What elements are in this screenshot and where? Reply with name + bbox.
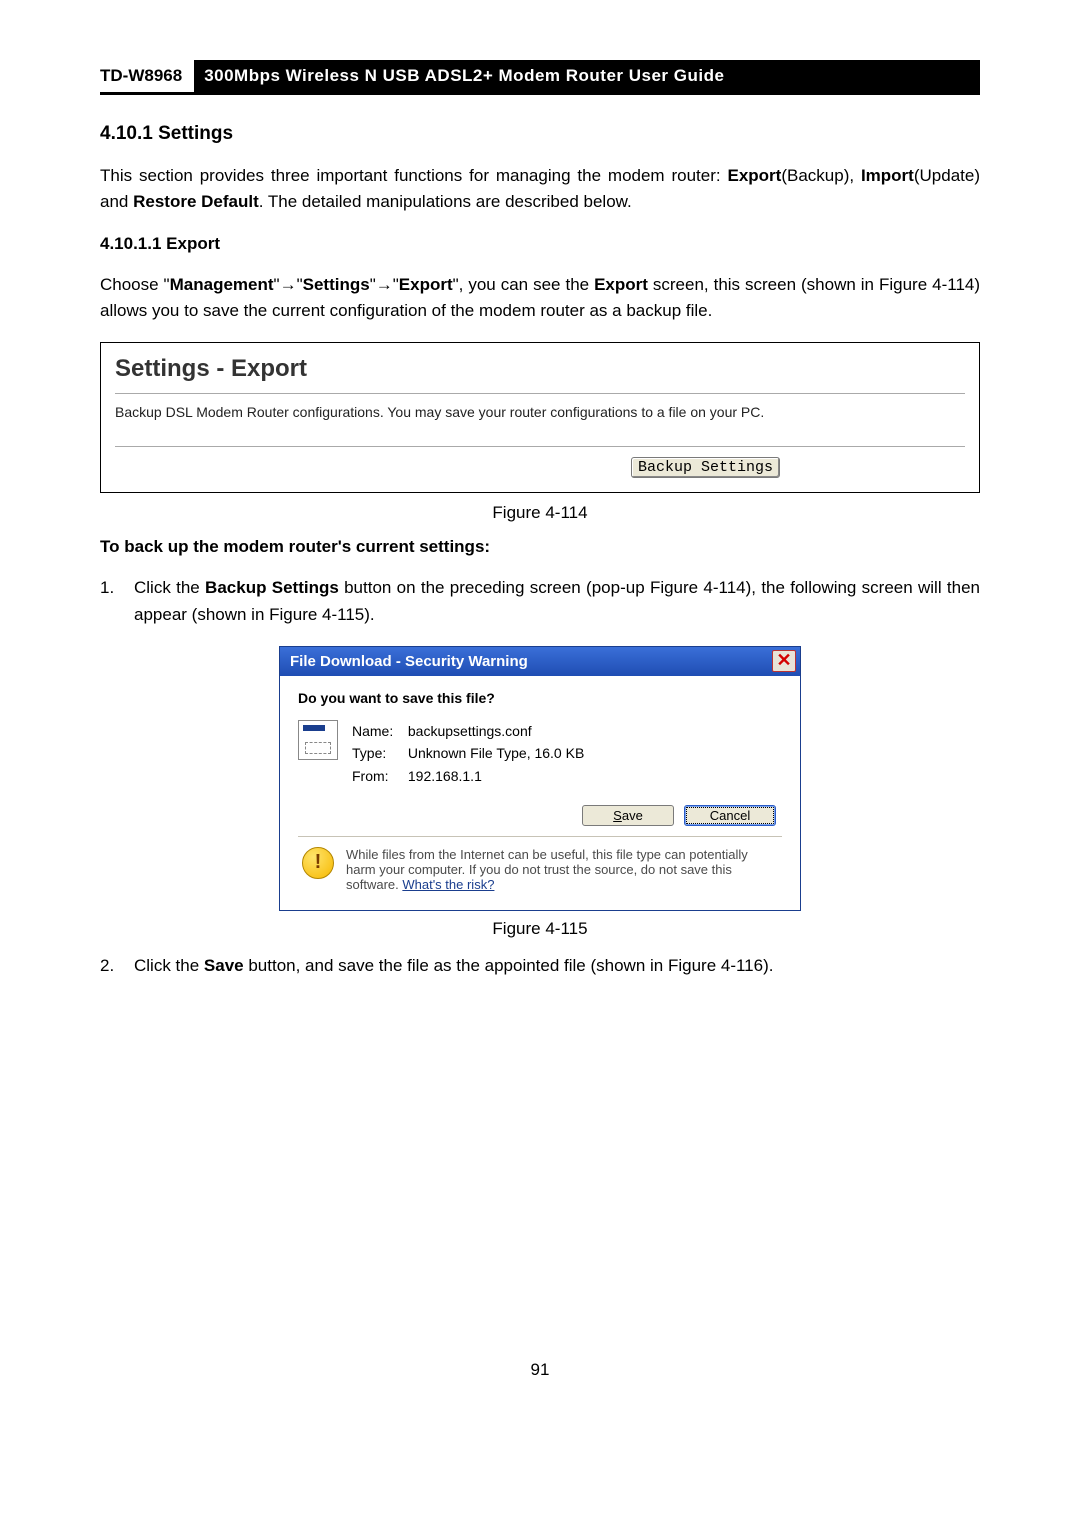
text: Click the <box>134 578 205 597</box>
text: This section provides three important fu… <box>100 166 727 185</box>
save-button[interactable]: Save <box>582 805 674 826</box>
cancel-button[interactable]: Cancel <box>684 805 776 826</box>
step-1: 1. Click the Backup Settings button on t… <box>100 575 980 628</box>
figure-caption: Figure 4-114 <box>100 503 980 523</box>
dialog-question: Do you want to save this file? <box>298 690 782 706</box>
from-label: From: <box>352 765 404 787</box>
arrow-icon: → <box>280 275 297 294</box>
text: ", you can see the <box>453 275 594 294</box>
intro-paragraph: This section provides three important fu… <box>100 163 980 216</box>
page-number: 91 <box>100 1360 980 1380</box>
panel-title: Settings - Export <box>101 343 979 393</box>
steps-heading: To back up the modem router's current se… <box>100 537 980 557</box>
step-2: 2. Click the Save button, and save the f… <box>100 953 980 979</box>
list-number: 2. <box>100 953 134 979</box>
breadcrumb-management: Management <box>170 275 274 294</box>
divider <box>298 836 782 837</box>
divider <box>115 393 965 394</box>
type-label: Type: <box>352 742 404 764</box>
doc-header: TD-W8968 300Mbps Wireless N USB ADSL2+ M… <box>100 60 980 95</box>
whats-the-risk-link[interactable]: What's the risk? <box>402 877 494 892</box>
close-icon[interactable]: ✕ <box>772 650 796 672</box>
warning-icon <box>302 847 334 879</box>
text: Click the <box>134 956 204 975</box>
text: button, and save the file as the appoint… <box>244 956 774 975</box>
bold-export: Export <box>727 166 781 185</box>
file-metadata: Name: backupsettings.conf Type: Unknown … <box>352 720 584 787</box>
arrow-icon: → <box>376 275 393 294</box>
bold-import: Import <box>861 166 914 185</box>
file-icon <box>298 720 338 760</box>
text: Choose " <box>100 275 170 294</box>
breadcrumb-settings: Settings <box>303 275 370 294</box>
name-value: backupsettings.conf <box>408 723 532 739</box>
panel-description: Backup DSL Modem Router configurations. … <box>101 404 979 446</box>
backup-settings-button[interactable]: Backup Settings <box>631 457 780 478</box>
model-label: TD-W8968 <box>100 60 194 92</box>
bold-export-screen: Export <box>594 275 648 294</box>
dialog-title-text: File Download - Security Warning <box>290 653 528 670</box>
name-label: Name: <box>352 720 404 742</box>
divider <box>115 446 965 447</box>
breadcrumb-export: Export <box>399 275 453 294</box>
text: . The detailed manipulations are describ… <box>259 192 632 211</box>
bold-backup-settings: Backup Settings <box>205 578 339 597</box>
figure-caption: Figure 4-115 <box>100 919 980 939</box>
type-value: Unknown File Type, 16.0 KB <box>408 745 584 761</box>
dialog-titlebar: File Download - Security Warning ✕ <box>280 647 800 676</box>
warning-text: While files from the Internet can be use… <box>346 847 778 892</box>
text: (Backup), <box>781 166 861 185</box>
bold-restore: Restore Default <box>133 192 259 211</box>
bold-save: Save <box>204 956 244 975</box>
list-number: 1. <box>100 575 134 628</box>
export-paragraph: Choose "Management"→"Settings"→"Export",… <box>100 272 980 325</box>
save-label: ave <box>622 808 643 823</box>
from-value: 192.168.1.1 <box>408 768 482 784</box>
doc-title: 300Mbps Wireless N USB ADSL2+ Modem Rout… <box>194 60 980 92</box>
file-download-dialog: File Download - Security Warning ✕ Do yo… <box>279 646 801 911</box>
export-heading: 4.10.1.1 Export <box>100 234 980 254</box>
section-heading: 4.10.1 Settings <box>100 123 980 145</box>
settings-export-panel: Settings - Export Backup DSL Modem Route… <box>100 342 980 493</box>
